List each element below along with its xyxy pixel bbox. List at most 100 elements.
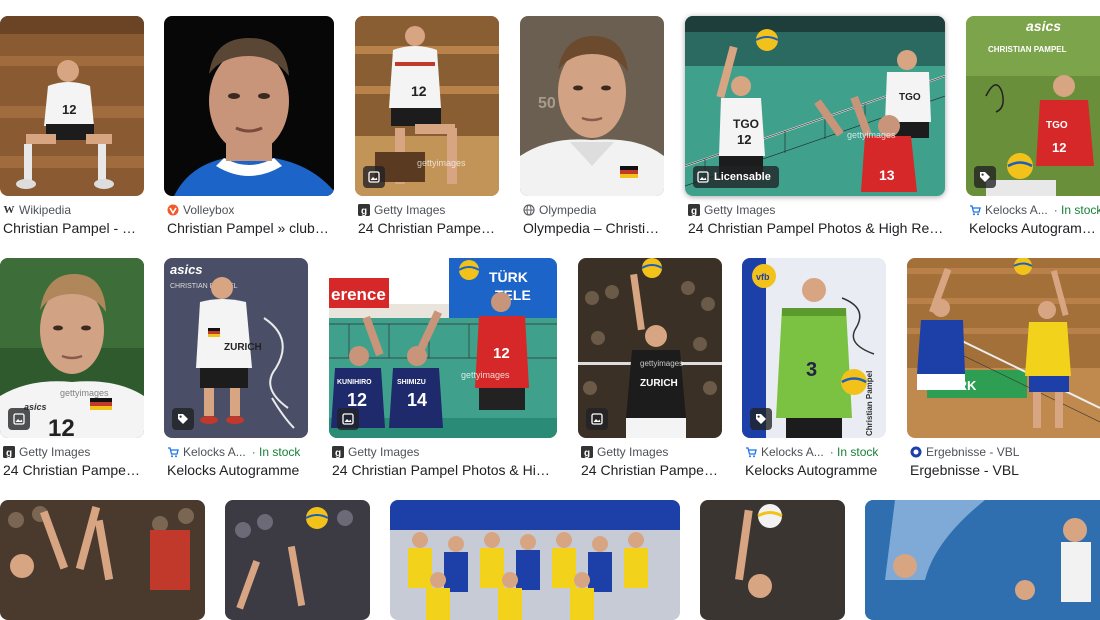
result-source: g Getty Images bbox=[3, 444, 90, 460]
getty-watermark: gettyimages bbox=[60, 388, 109, 398]
licensable-badge: Licensable bbox=[693, 166, 779, 188]
result-thumbnail[interactable] bbox=[0, 500, 205, 620]
source-name: Kelocks A... bbox=[985, 203, 1048, 217]
source-name: Getty Images bbox=[374, 203, 446, 217]
result-source: Kelocks A... · In stock bbox=[167, 444, 300, 460]
source-name: Kelocks A... bbox=[761, 445, 824, 459]
result-thumbnail[interactable]: 12 bbox=[0, 16, 144, 196]
result-card[interactable]: 12 gettyimages g Getty Images 24 Christi… bbox=[355, 16, 501, 236]
asics-logo: asics bbox=[1026, 18, 1061, 34]
stock-status: · In stock bbox=[1054, 203, 1100, 217]
result-thumbnail[interactable] bbox=[700, 500, 845, 620]
result-card[interactable] bbox=[0, 500, 206, 620]
result-card[interactable]: TGO 12 TGO 13 gettyimages Licensable g G… bbox=[685, 16, 947, 236]
result-thumbnail[interactable]: erence TÜRK TELE 12 KUNIHIRO 12 SHIMIZU … bbox=[329, 258, 557, 438]
result-thumbnail[interactable]: asics CHRISTIAN PAMPEL TGO 12 bbox=[966, 16, 1100, 196]
svg-text:g: g bbox=[6, 448, 12, 458]
result-source: Kelocks A... · In stock bbox=[969, 202, 1100, 218]
result-title[interactable]: 24 Christian Pampel Photos bbox=[581, 462, 721, 478]
result-thumbnail[interactable] bbox=[225, 500, 370, 620]
result-title[interactable]: 24 Christian Pampel Photos & High Res Pi… bbox=[688, 220, 944, 236]
result-title[interactable]: Kelocks Autogramme bbox=[969, 220, 1097, 236]
result-title[interactable]: Kelocks Autogramme bbox=[745, 462, 885, 478]
jersey-number: 13 bbox=[879, 167, 895, 183]
stock-label: In stock bbox=[1061, 203, 1100, 217]
source-name: Getty Images bbox=[597, 445, 669, 459]
result-card[interactable]: asics CHRISTIAN PAMPEL ZURICH Kelocks A.… bbox=[164, 258, 310, 478]
result-title[interactable]: Olympedia – Christian Pampel bbox=[523, 220, 663, 236]
getty-watermark: gettyimages bbox=[461, 370, 510, 380]
image-icon bbox=[697, 171, 709, 183]
result-card[interactable]: FERK Ergebnisse - VBL Ergebnisse - VBL bbox=[907, 258, 1100, 478]
player-photo bbox=[164, 16, 334, 196]
result-title[interactable]: 24 Christian Pampel Photos & High Res Pi… bbox=[358, 220, 498, 236]
result-title[interactable]: 24 Christian Pampel Photos & High Res Pi… bbox=[332, 462, 554, 478]
getty-favicon: g bbox=[358, 204, 370, 216]
sponsor-text: ZURICH bbox=[640, 378, 678, 389]
background-number: 50 bbox=[538, 95, 556, 112]
player-photo: 50 bbox=[520, 16, 664, 196]
result-card[interactable]: ZURICH gettyimages g Getty Images 24 Chr… bbox=[578, 258, 724, 478]
sponsor-text: ZURICH bbox=[224, 342, 262, 353]
result-thumbnail[interactable]: 12 asics gettyimages bbox=[0, 258, 144, 438]
source-name: Olympedia bbox=[539, 203, 597, 217]
result-thumbnail[interactable] bbox=[390, 500, 680, 620]
action-photo bbox=[700, 500, 845, 620]
result-thumbnail[interactable]: FERK bbox=[907, 258, 1100, 438]
source-name: Getty Images bbox=[704, 203, 776, 217]
team-photo bbox=[390, 500, 680, 620]
result-card[interactable] bbox=[700, 500, 846, 620]
jersey-number: 12 bbox=[1052, 140, 1066, 155]
jersey-number: 12 bbox=[493, 345, 510, 362]
stock-status: · In stock bbox=[251, 445, 301, 459]
result-card[interactable]: Volleybox Christian Pampel » clubs :: Vo… bbox=[164, 16, 336, 236]
shop-favicon bbox=[745, 446, 757, 458]
image-icon bbox=[363, 166, 385, 188]
result-title[interactable]: Christian Pampel » clubs :: Volleybox bbox=[167, 220, 333, 236]
result-thumbnail[interactable]: 12 gettyimages bbox=[355, 16, 499, 196]
getty-watermark: gettyimages bbox=[417, 158, 466, 168]
club-logo: vfb bbox=[756, 272, 770, 282]
result-thumbnail[interactable]: 50 bbox=[520, 16, 664, 196]
result-card[interactable]: vfb 3 Christian Pampel Kelocks A... · In… bbox=[742, 258, 888, 478]
result-title[interactable]: Christian Pampel - Wikipedia bbox=[3, 220, 143, 236]
sponsor-text: TGO bbox=[899, 92, 921, 103]
stock-label: In stock bbox=[259, 445, 301, 459]
banner-text: erence bbox=[331, 285, 386, 304]
result-title[interactable]: Ergebnisse - VBL bbox=[910, 462, 1097, 478]
action-photo: FERK bbox=[907, 258, 1100, 438]
result-card[interactable]: 12 W Wikipedia Christian Pampel - Wikipe… bbox=[0, 16, 146, 236]
shop-favicon bbox=[167, 446, 179, 458]
result-card[interactable] bbox=[390, 500, 682, 620]
result-source: g Getty Images bbox=[358, 202, 445, 218]
jersey-number: 14 bbox=[407, 390, 427, 410]
result-source: Ergebnisse - VBL bbox=[910, 444, 1019, 460]
result-source: g Getty Images bbox=[581, 444, 668, 460]
result-title[interactable]: 24 Christian Pampel Photos bbox=[3, 462, 143, 478]
result-title[interactable]: Kelocks Autogramme bbox=[167, 462, 307, 478]
stock-label: In stock bbox=[837, 445, 879, 459]
player-photo bbox=[865, 500, 1100, 620]
result-thumbnail[interactable] bbox=[164, 16, 334, 196]
result-card[interactable] bbox=[865, 500, 1100, 620]
svg-text:g: g bbox=[335, 448, 341, 458]
result-card[interactable]: 12 asics gettyimages g Getty Images 24 C… bbox=[0, 258, 146, 478]
result-thumbnail[interactable]: TGO 12 TGO 13 gettyimages Licensable bbox=[685, 16, 945, 196]
image-icon bbox=[586, 408, 608, 430]
wikipedia-favicon: W bbox=[3, 204, 15, 216]
result-thumbnail[interactable]: ZURICH gettyimages bbox=[578, 258, 722, 438]
getty-favicon: g bbox=[581, 446, 593, 458]
tag-icon bbox=[750, 408, 772, 430]
jersey-number: 12 bbox=[411, 83, 427, 99]
action-photo bbox=[225, 500, 370, 620]
result-thumbnail[interactable]: asics CHRISTIAN PAMPEL ZURICH bbox=[164, 258, 308, 438]
result-thumbnail[interactable] bbox=[865, 500, 1100, 620]
result-card[interactable]: asics CHRISTIAN PAMPEL TGO 12 Kelocks A.… bbox=[966, 16, 1100, 236]
result-card[interactable] bbox=[225, 500, 371, 620]
tag-icon bbox=[974, 166, 996, 188]
banner-text: TÜRK bbox=[489, 269, 528, 285]
result-thumbnail[interactable]: vfb 3 Christian Pampel bbox=[742, 258, 886, 438]
svg-text:g: g bbox=[361, 206, 367, 216]
result-card[interactable]: 50 Olympedia Olympedia – Christian Pampe… bbox=[520, 16, 666, 236]
result-card[interactable]: erence TÜRK TELE 12 KUNIHIRO 12 SHIMIZU … bbox=[329, 258, 559, 478]
